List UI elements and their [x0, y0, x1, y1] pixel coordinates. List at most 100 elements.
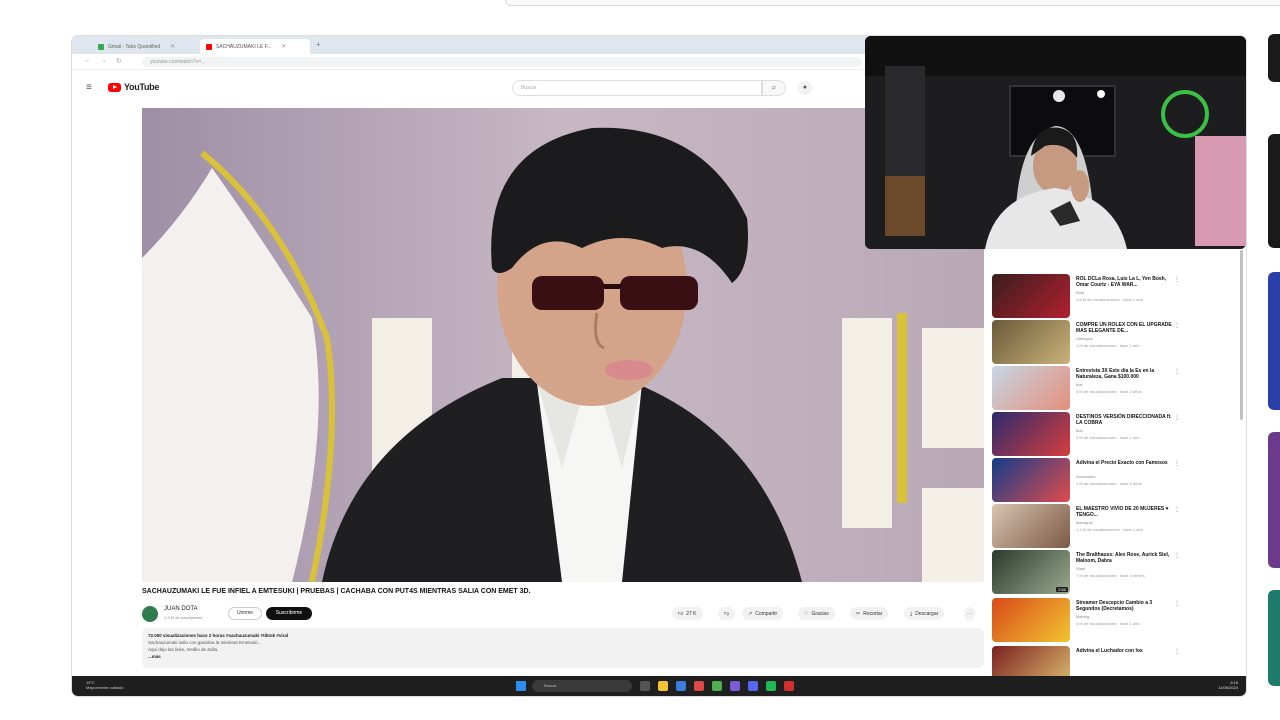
- clip-button[interactable]: ✂ Recortar: [850, 607, 889, 620]
- url-field[interactable]: youtube.com/watch?v=...: [142, 57, 862, 67]
- rec-title[interactable]: The Bralthauss: Alex Rose, Aurick Stel, …: [1076, 552, 1176, 564]
- like-button[interactable]: 👍︎ 27 K: [672, 607, 703, 620]
- share-button[interactable]: ↗ Compartir: [742, 607, 784, 620]
- webcam-feed: [865, 36, 1246, 249]
- menu-icon[interactable]: ≡: [86, 82, 92, 93]
- video-player[interactable]: [142, 108, 984, 582]
- rec-title[interactable]: Adivina el Precio Exacto con Famosos: [1076, 460, 1176, 466]
- video-thumbnail[interactable]: [992, 504, 1070, 548]
- search-input[interactable]: Buscar: [512, 80, 762, 96]
- list-item[interactable]: EL MAESTRO VIVIO DE 20 MUJERES ♥ TENGO..…: [992, 504, 1242, 550]
- rec-channel: Mariopoe: [1076, 520, 1093, 525]
- more-icon[interactable]: ⋮: [1174, 322, 1180, 329]
- spotify-icon[interactable]: [766, 681, 776, 691]
- video-thumbnail[interactable]: [992, 646, 1070, 678]
- rec-channel: Ibai: [1076, 382, 1083, 387]
- reload-icon[interactable]: ↻: [116, 57, 122, 65]
- chrome-icon[interactable]: [712, 681, 722, 691]
- video-thumbnail[interactable]: [992, 366, 1070, 410]
- new-tab-icon[interactable]: +: [316, 40, 321, 49]
- app-icon[interactable]: [784, 681, 794, 691]
- like-count: 27 K: [686, 610, 697, 617]
- windows-start-icon[interactable]: [516, 681, 526, 691]
- rec-title[interactable]: Streamer Descepcio Cambio a 3 Segundos (…: [1076, 600, 1176, 612]
- sidebar-scrollbar[interactable]: [1240, 250, 1243, 420]
- discord-icon[interactable]: [748, 681, 758, 691]
- mic-icon[interactable]: ●: [798, 81, 812, 95]
- more-icon[interactable]: ⋮: [1174, 460, 1180, 467]
- rec-title[interactable]: ROL DCLa Rosa, Luis La L, Yen Bosh, Omar…: [1076, 276, 1176, 288]
- video-thumbnail[interactable]: [992, 274, 1070, 318]
- video-thumbnail[interactable]: [992, 412, 1070, 456]
- back-icon[interactable]: ←: [84, 57, 91, 64]
- more-icon[interactable]: ⋮: [1174, 552, 1180, 559]
- scissors-icon: ✂: [856, 610, 861, 617]
- rec-title[interactable]: EL MAESTRO VIVIO DE 20 MUJERES ♥ TENGO..…: [1076, 506, 1176, 518]
- youtube-play-icon: [108, 82, 121, 92]
- rec-meta: 1,1 M de visualizaciones · hace 1 año: [1076, 527, 1143, 532]
- file-explorer-icon[interactable]: [658, 681, 668, 691]
- list-item[interactable]: Adivina el Precio Exacto con Famosos Sor…: [992, 458, 1242, 504]
- app-icon[interactable]: [730, 681, 740, 691]
- list-item[interactable]: DESTINOS VERSIÓN DIRECCIONADA ft. LA COB…: [992, 412, 1242, 458]
- more-icon[interactable]: ⋮: [1174, 600, 1180, 607]
- more-icon[interactable]: ⋮: [1174, 506, 1180, 513]
- close-icon[interactable]: ✕: [170, 43, 175, 50]
- list-item[interactable]: COMPRE UN ROLEX CON EL UPGRADE MAS ELEGA…: [992, 320, 1242, 366]
- show-more-link[interactable]: ...más: [148, 653, 978, 660]
- subscribe-button[interactable]: Suscribirme: [266, 607, 312, 620]
- edge-card: [1268, 34, 1280, 82]
- browser-tab[interactable]: Gmail - Tabs Quantified ✕: [92, 39, 196, 54]
- rec-title[interactable]: Entrevista 3X Este día la Es en la Natur…: [1076, 368, 1176, 380]
- thanks-button[interactable]: ♡ Gracias: [798, 607, 835, 620]
- video-thumbnail[interactable]: [992, 598, 1070, 642]
- search-button[interactable]: ⌕: [762, 80, 786, 96]
- rec-meta: 3 M de visualizaciones · hace 1 año: [1076, 435, 1140, 440]
- list-item[interactable]: Adivina el Luchador con los ⋮: [992, 646, 1242, 678]
- rec-title[interactable]: Adivina el Luchador con los: [1076, 648, 1176, 654]
- list-item[interactable]: ROL DCLa Rosa, Luis La L, Yen Bosh, Omar…: [992, 274, 1242, 320]
- description-line: Sachauzumaki salio con gasolina la mient…: [148, 640, 262, 645]
- app-icon[interactable]: [676, 681, 686, 691]
- channel-name[interactable]: JUAN DOTA: [164, 606, 198, 612]
- join-button[interactable]: Unirme: [228, 607, 262, 620]
- more-icon[interactable]: ⋮: [1174, 648, 1180, 655]
- list-item[interactable]: Streamer Descepcio Cambio a 3 Segundos (…: [992, 598, 1242, 644]
- avatar[interactable]: [142, 606, 158, 622]
- forward-icon[interactable]: →: [100, 57, 107, 64]
- video-thumbnail[interactable]: [992, 320, 1070, 364]
- rec-channel: Ulfmsyus: [1076, 336, 1093, 341]
- more-icon[interactable]: ⋮: [1174, 368, 1180, 375]
- list-item[interactable]: Entrevista 3X Este día la Es en la Natur…: [992, 366, 1242, 412]
- video-thumbnail[interactable]: [992, 458, 1070, 502]
- rec-title[interactable]: COMPRE UN ROLEX CON EL UPGRADE MAS ELEGA…: [1076, 322, 1176, 334]
- edge-card: [1268, 590, 1280, 686]
- tab-label: SACHAUZUMAKI LE F...: [216, 43, 272, 50]
- video-thumbnail[interactable]: 2:50: [992, 550, 1070, 594]
- tab-label: Gmail - Tabs Quantified: [108, 43, 161, 50]
- video-description[interactable]: 72.000 visualizaciones hace 2 horas #sac…: [142, 628, 984, 668]
- webcam-overlay: [865, 36, 1246, 249]
- dislike-button[interactable]: 👎︎: [718, 607, 736, 620]
- download-button[interactable]: ⤓ Descargar: [904, 607, 945, 620]
- taskbar-search[interactable]: Buscar: [532, 680, 632, 692]
- weather-widget[interactable]: 19°C Mayormente nublado: [86, 680, 124, 690]
- more-icon[interactable]: ⋮: [1174, 276, 1180, 283]
- task-view-icon[interactable]: [640, 681, 650, 691]
- list-item[interactable]: 2:50 The Bralthauss: Alex Rose, Aurick S…: [992, 550, 1242, 596]
- edge-card: [1268, 134, 1280, 248]
- youtube-wordmark: YouTube: [124, 82, 160, 92]
- rec-channel: Rola: [1076, 290, 1085, 295]
- rec-title[interactable]: DESTINOS VERSIÓN DIRECCIONADA ft. LA COB…: [1076, 414, 1176, 426]
- more-icon[interactable]: ⋮: [1174, 414, 1180, 421]
- system-tray-clock[interactable]: 9:16 11/06/2024: [1218, 680, 1238, 690]
- rec-meta: 4,8 M de visualizaciones · hace 1 año: [1076, 297, 1143, 302]
- more-actions-button[interactable]: ⋯: [964, 607, 975, 620]
- app-icon[interactable]: [694, 681, 704, 691]
- more-icon: ⋯: [967, 610, 972, 617]
- youtube-logo[interactable]: YouTube: [108, 82, 159, 92]
- video-title: SACHAUZUMAKI LE FUE INFIEL A EMTESUKI | …: [142, 588, 531, 595]
- share-icon: ↗: [748, 610, 753, 617]
- close-icon[interactable]: ✕: [281, 43, 286, 50]
- browser-tab-active[interactable]: SACHAUZUMAKI LE F... ✕: [200, 39, 310, 54]
